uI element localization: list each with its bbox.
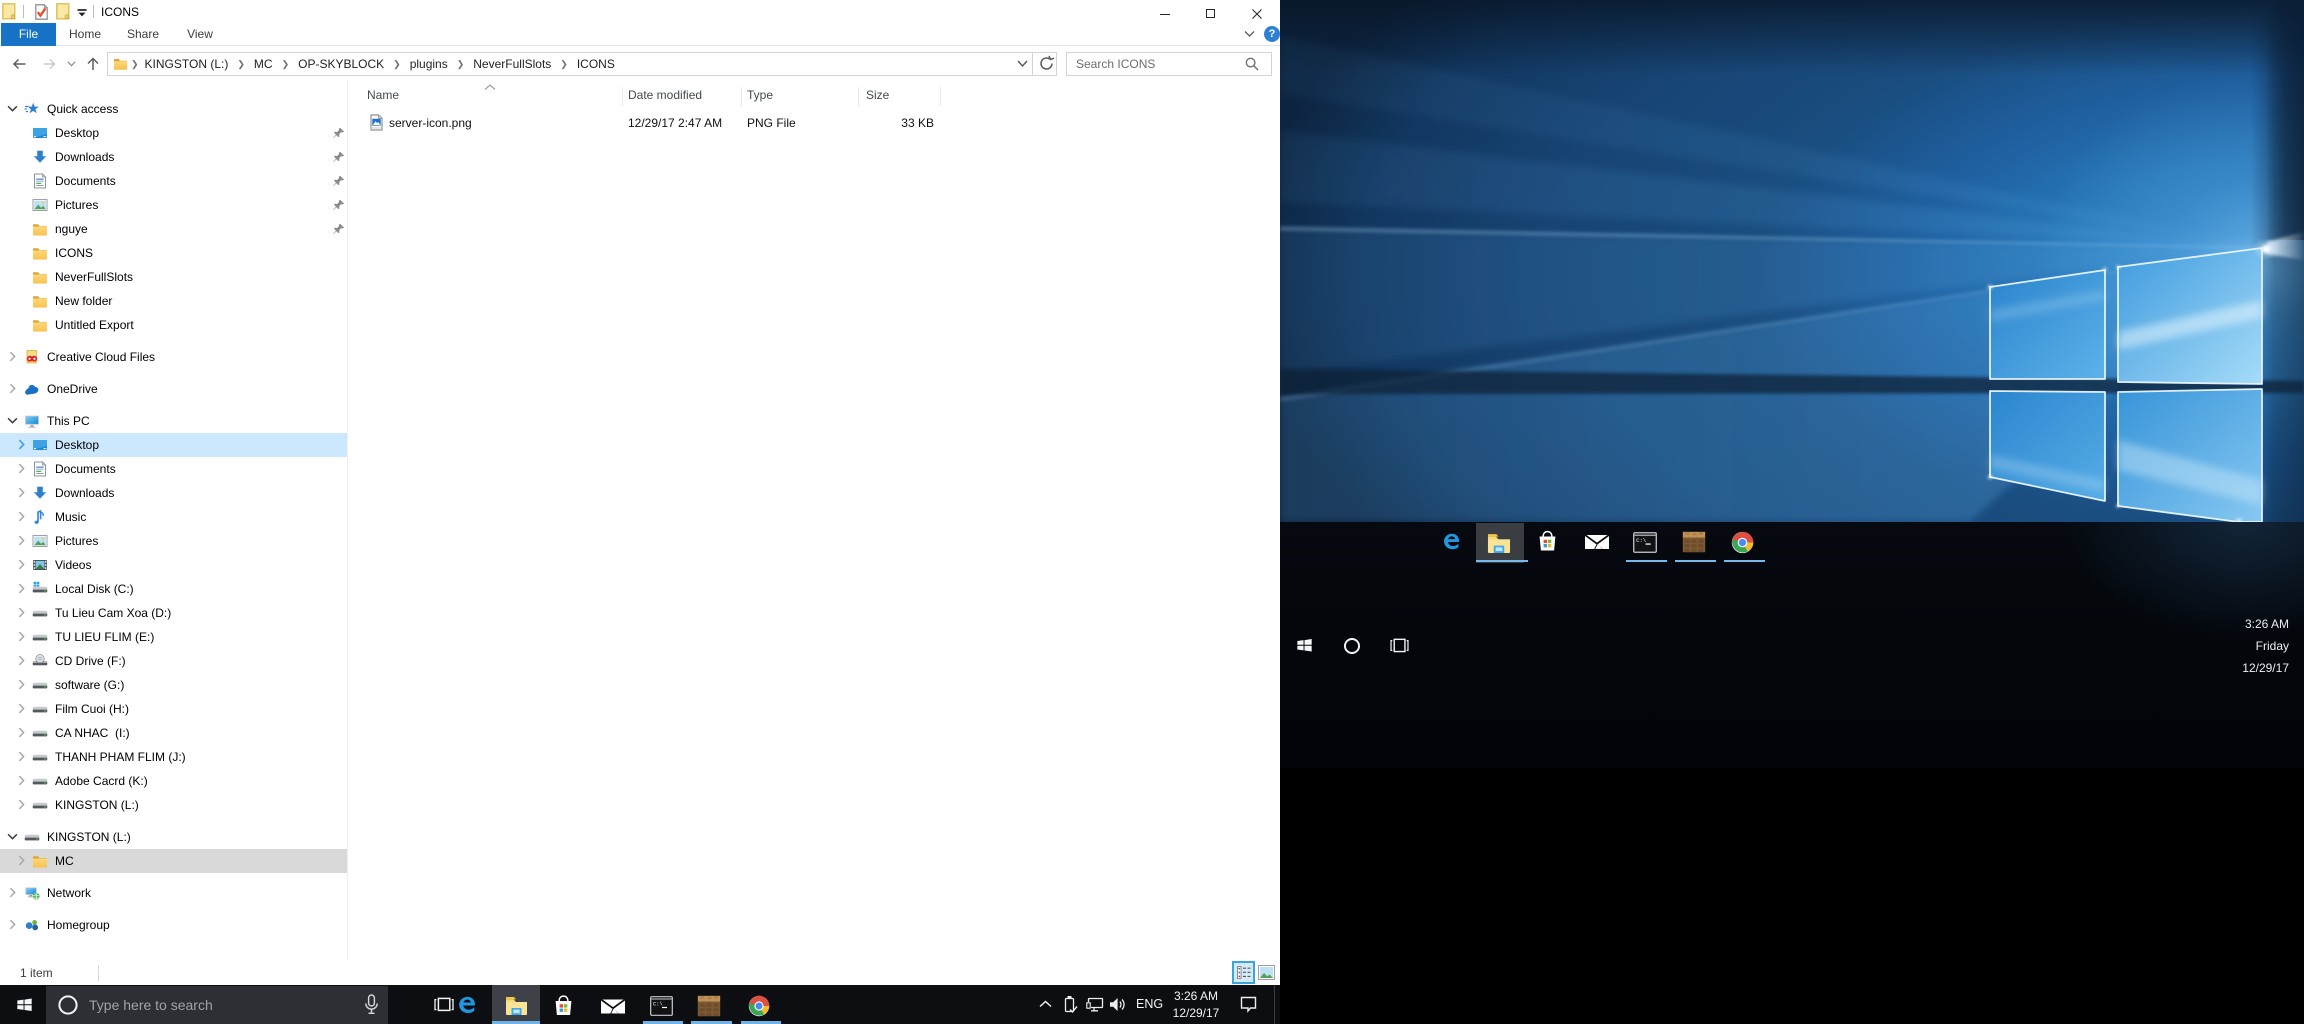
svg-text:C:\: C:\ [653,1002,663,1008]
svg-text:C:\: C:\ [1636,537,1647,544]
